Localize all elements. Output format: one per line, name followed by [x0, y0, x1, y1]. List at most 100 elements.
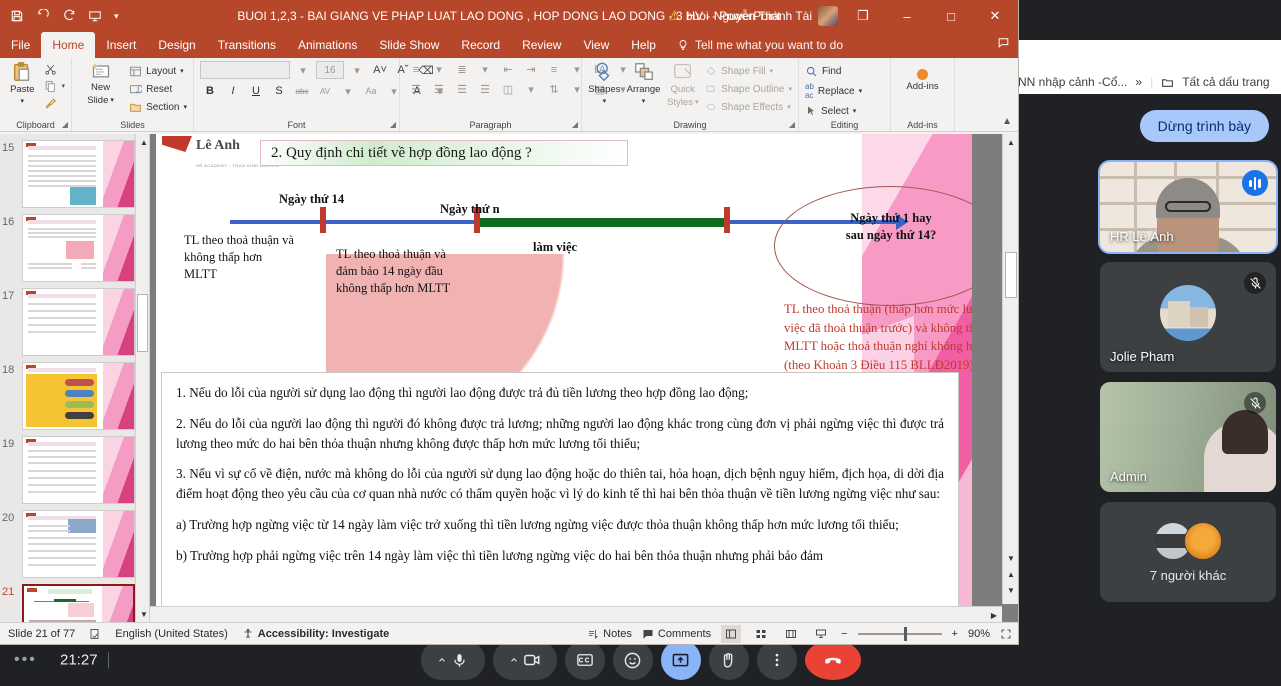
- language-label[interactable]: English (United States): [115, 628, 228, 640]
- reset-button[interactable]: Reset: [129, 81, 187, 97]
- layout-button[interactable]: Layout ▾: [129, 63, 187, 79]
- increase-font-size-icon[interactable]: A˅: [370, 61, 390, 79]
- slide-body-textbox[interactable]: 1. Nếu do lỗi của người sử dụng lao động…: [161, 372, 959, 622]
- scroll-down-icon[interactable]: ▼: [138, 608, 150, 620]
- scroll-up-icon[interactable]: ▲: [138, 136, 150, 148]
- change-case-icon[interactable]: Aa: [361, 82, 381, 100]
- decrease-indent-icon[interactable]: ⇤: [498, 61, 518, 78]
- next-slide-icon[interactable]: ▼: [1005, 584, 1017, 596]
- current-slide[interactable]: HR Lê Anh TRAO KINH NGHIỆM · TẶNG TƯƠNG …: [156, 134, 972, 622]
- normal-view-button[interactable]: [721, 625, 741, 643]
- scroll-down-icon[interactable]: ▼: [1005, 552, 1017, 564]
- drawing-dialog-launcher[interactable]: ◢: [789, 120, 795, 129]
- zoom-slider-handle[interactable]: [904, 627, 907, 641]
- fit-slide-button[interactable]: [1000, 628, 1012, 640]
- leave-call-button[interactable]: [805, 640, 861, 680]
- arrange-dropdown-icon[interactable]: ▾: [642, 98, 646, 106]
- more-left-icon[interactable]: •••: [14, 651, 37, 669]
- bullets-icon[interactable]: ≡: [406, 61, 426, 78]
- scrollbar-thumb[interactable]: [1005, 252, 1017, 298]
- section-button[interactable]: Section ▾: [129, 99, 187, 115]
- align-left-icon[interactable]: ☰: [406, 81, 426, 98]
- slide-horizontal-scrollbar[interactable]: ▶: [150, 606, 1002, 622]
- maximize-button[interactable]: □: [932, 2, 970, 30]
- character-spacing-icon[interactable]: AV: [315, 82, 335, 100]
- slide-thumbnail[interactable]: 16: [22, 214, 135, 282]
- microphone-button[interactable]: [421, 640, 485, 680]
- account-info[interactable]: HV - Nguyễn Thành Tài: [686, 6, 838, 26]
- line-spacing-icon[interactable]: ≡: [544, 61, 564, 78]
- participant-tile-hr-le-anh[interactable]: HR Lê Ánh: [1100, 162, 1276, 252]
- justify-icon[interactable]: ☰: [475, 81, 495, 98]
- slide-thumbnail[interactable]: 15: [22, 140, 135, 208]
- tab-review[interactable]: Review: [511, 32, 572, 58]
- captions-button[interactable]: [565, 640, 605, 680]
- stop-presenting-button[interactable]: Dừng trình bày: [1140, 110, 1269, 142]
- shapes-button[interactable]: Shapes ▾: [588, 61, 621, 106]
- zoom-out-button[interactable]: −: [841, 628, 847, 640]
- columns-icon[interactable]: ◫: [498, 81, 518, 98]
- bullets-dropdown-icon[interactable]: ▾: [429, 61, 449, 78]
- select-button[interactable]: Select ▾: [805, 103, 862, 119]
- font-size-input[interactable]: 16: [316, 61, 344, 79]
- font-size-dropdown-icon[interactable]: ▾: [347, 61, 367, 79]
- shape-effects-button[interactable]: Shape Effects ▾: [705, 99, 792, 115]
- minimize-button[interactable]: –: [888, 2, 926, 30]
- zoom-slider[interactable]: [858, 633, 942, 635]
- shape-fill-button[interactable]: Shape Fill ▾: [705, 63, 792, 79]
- comments-tab-icon[interactable]: [997, 36, 1010, 49]
- slide-thumbnail[interactable]: 20: [22, 510, 135, 578]
- spell-check-icon[interactable]: [89, 628, 101, 640]
- all-bookmarks-label[interactable]: Tất cả dấu trang: [1182, 75, 1269, 89]
- zoom-in-button[interactable]: +: [952, 628, 958, 640]
- paste-button[interactable]: Paste ▾: [6, 61, 38, 106]
- collapse-ribbon-icon[interactable]: ▲: [1002, 116, 1012, 127]
- ribbon-display-options-button[interactable]: ❐: [844, 2, 882, 30]
- bold-icon[interactable]: B: [200, 82, 220, 100]
- bookmark-overflow-icon[interactable]: »: [1135, 75, 1142, 89]
- thumbnail-scrollbar[interactable]: ▲ ▼: [135, 134, 149, 622]
- copy-icon[interactable]: ▾: [44, 78, 65, 94]
- zoom-level-label[interactable]: 90%: [968, 628, 990, 640]
- more-options-button[interactable]: [757, 640, 797, 680]
- reading-view-button[interactable]: [781, 625, 801, 643]
- slide-thumbnail-selected[interactable]: 21: [22, 584, 135, 622]
- italic-icon[interactable]: I: [223, 82, 243, 100]
- numbering-icon[interactable]: ≣: [452, 61, 472, 78]
- previous-slide-icon[interactable]: ▲: [1005, 568, 1017, 580]
- tab-transitions[interactable]: Transitions: [207, 32, 287, 58]
- slide-thumbnail[interactable]: 17: [22, 288, 135, 356]
- close-button[interactable]: ✕: [976, 2, 1014, 30]
- tab-record[interactable]: Record: [450, 32, 511, 58]
- align-text-icon[interactable]: ⇅: [544, 81, 564, 98]
- participant-tile-jolie-pham[interactable]: Jolie Pham: [1100, 262, 1276, 372]
- tab-view[interactable]: View: [572, 32, 620, 58]
- participant-tile-others[interactable]: 7 người khác: [1100, 502, 1276, 602]
- text-shadow-icon[interactable]: S: [269, 82, 289, 100]
- present-button[interactable]: [661, 640, 701, 680]
- shape-outline-button[interactable]: Shape Outline ▾: [705, 81, 792, 97]
- font-family-input[interactable]: [200, 61, 290, 79]
- slide-sorter-button[interactable]: [751, 625, 771, 643]
- reactions-button[interactable]: [613, 640, 653, 680]
- tab-insert[interactable]: Insert: [95, 32, 147, 58]
- notes-button[interactable]: Notes: [587, 628, 632, 640]
- clipboard-dialog-launcher[interactable]: ◢: [62, 120, 68, 129]
- scroll-up-icon[interactable]: ▲: [1005, 136, 1017, 148]
- character-spacing-dropdown-icon[interactable]: ▾: [338, 82, 358, 100]
- scrollbar-thumb[interactable]: [137, 294, 148, 352]
- quick-styles-button[interactable]: Quick Styles ▾: [666, 61, 699, 109]
- align-center-icon[interactable]: ☰: [429, 81, 449, 98]
- raise-hand-button[interactable]: [709, 640, 749, 680]
- tab-file[interactable]: File: [0, 32, 41, 58]
- font-dialog-launcher[interactable]: ◢: [390, 120, 396, 129]
- warning-icon[interactable]: ⚠: [669, 8, 681, 24]
- increase-indent-icon[interactable]: ⇥: [521, 61, 541, 78]
- comments-button[interactable]: Comments: [642, 628, 711, 640]
- numbering-dropdown-icon[interactable]: ▾: [475, 61, 495, 78]
- strikethrough-icon[interactable]: abc: [292, 82, 312, 100]
- slide-thumbnail-pane[interactable]: 15 16: [0, 134, 150, 622]
- slide-thumbnail[interactable]: 18: [22, 362, 135, 430]
- slide-show-button[interactable]: [811, 625, 831, 643]
- accessibility-label[interactable]: Accessibility: Investigate: [258, 628, 389, 640]
